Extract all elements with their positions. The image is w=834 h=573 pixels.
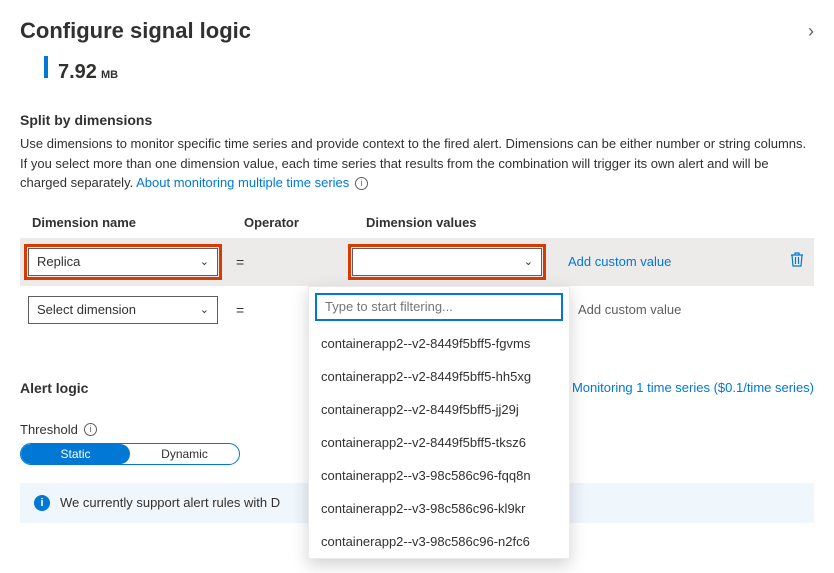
about-monitoring-link[interactable]: About monitoring multiple time series [136,175,349,190]
dimension-name-select[interactable]: Select dimension ⌄ [28,296,218,324]
dropdown-item[interactable]: containerapp2--v3-98c586c96-fqq8n [309,459,569,492]
dropdown-item[interactable]: containerapp2--v2-8449f5bff5-jj29j [309,393,569,426]
dimension-name-value: Select dimension [37,302,136,317]
add-custom-value-link[interactable]: Add custom value [568,254,671,269]
threshold-label: Threshold [20,422,78,437]
dimension-column-headers: Dimension name Operator Dimension values [20,195,814,238]
chevron-down-icon: ⌄ [524,255,533,268]
dimension-row: Replica ⌄ = ⌄ Add custom value [20,238,814,286]
info-icon: i [34,495,50,511]
dropdown-item[interactable]: containerapp2--v3-98c586c96-kl9kr [309,492,569,525]
dropdown-item[interactable]: containerapp2--v2-8449f5bff5-fgvms [309,327,569,360]
col-header-values: Dimension values [366,215,566,230]
close-chevron-icon[interactable]: › [808,21,814,42]
page-title: Configure signal logic [20,18,251,44]
threshold-static-option[interactable]: Static [21,444,130,464]
dropdown-filter-input[interactable] [315,293,563,321]
threshold-toggle: Static Dynamic [20,443,240,465]
alert-logic-title: Alert logic [20,380,88,396]
delete-row-icon[interactable] [790,252,804,271]
split-dimensions-title: Split by dimensions [20,104,814,134]
dropdown-item[interactable]: containerapp2--v2-8449f5bff5-tksz6 [309,426,569,459]
info-icon[interactable]: i [84,423,97,436]
metric-unit: MB [101,69,118,81]
col-header-name: Dimension name [32,215,232,230]
chevron-down-icon: ⌄ [200,303,209,316]
dimension-name-value: Replica [37,254,80,269]
col-header-operator: Operator [244,215,354,230]
monitoring-time-series-note: Monitoring 1 time series ($0.1/time seri… [552,380,814,395]
info-banner-text: We currently support alert rules with D [60,495,280,510]
info-icon[interactable]: i [355,177,368,190]
split-dimensions-description: Use dimensions to monitor specific time … [20,134,814,195]
dropdown-item[interactable]: containerapp2--v3-98c586c96-n2fc6 [309,525,569,558]
metric-bar-icon [44,56,48,78]
add-custom-value-disabled: Add custom value [578,302,681,317]
dimension-values-dropdown: containerapp2--v2-8449f5bff5-fgvms conta… [308,286,570,559]
metric-value-row: 7.92 MB [20,56,814,104]
dimension-name-select[interactable]: Replica ⌄ [28,248,218,276]
dimension-values-select[interactable]: ⌄ [352,248,542,276]
threshold-dynamic-option[interactable]: Dynamic [130,444,239,464]
chevron-down-icon: ⌄ [200,255,209,268]
dropdown-item[interactable]: containerapp2--v2-8449f5bff5-hh5xg [309,360,569,393]
metric-value: 7.92 [58,61,97,84]
operator-value: = [230,254,340,270]
